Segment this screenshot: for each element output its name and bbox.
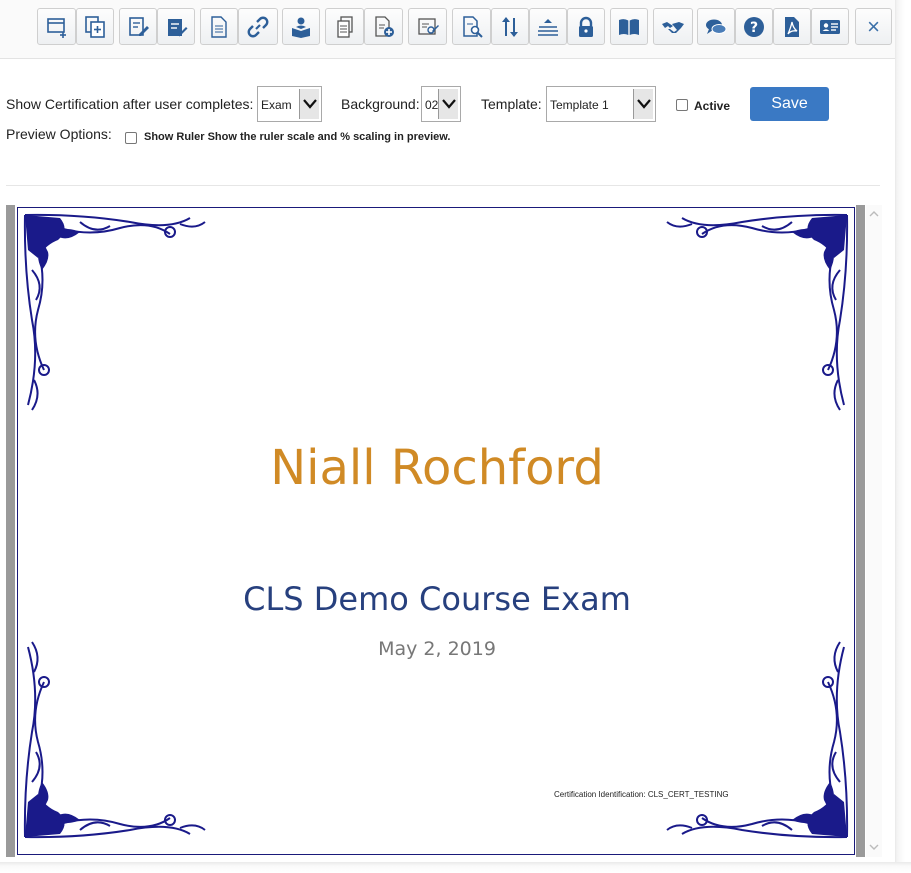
window-shadow-right [895, 0, 911, 873]
copy-add-icon [85, 15, 105, 38]
lock-button[interactable] [567, 8, 605, 45]
lock-icon [579, 16, 593, 37]
handshake-icon [662, 21, 684, 33]
preview-border-right [856, 205, 865, 857]
edit-document-button[interactable] [119, 8, 157, 45]
id-card-icon [820, 19, 840, 34]
certificate-edit-icon [417, 17, 439, 35]
template-value: Template 1 [550, 98, 609, 112]
link-icon [247, 16, 269, 37]
document-add-button[interactable] [364, 8, 403, 45]
id-card-button[interactable] [811, 8, 849, 45]
active-checkbox[interactable] [676, 99, 688, 111]
completion-date: May 2, 2019 [378, 638, 496, 660]
link-button[interactable] [238, 8, 278, 45]
toolbar: ? × [0, 0, 895, 59]
document-add-icon [374, 15, 394, 37]
pdf-button[interactable] [773, 8, 811, 45]
stack-button[interactable] [529, 8, 567, 45]
divider [6, 185, 880, 186]
notepad-edit-icon [168, 18, 188, 36]
document-search-button[interactable] [452, 8, 491, 45]
ornament-top-right [666, 213, 849, 411]
background-label: Background: [341, 96, 420, 112]
edit-document-icon [129, 16, 149, 36]
certification-identification: Certification Identification: CLS_CERT_T… [554, 790, 729, 799]
document-list-button[interactable] [325, 8, 364, 45]
close-button[interactable]: × [855, 8, 892, 45]
reader-icon [292, 17, 310, 38]
template-label: Template: [481, 96, 542, 112]
show-ruler-label: Show Ruler Show the ruler scale and % sc… [144, 131, 451, 143]
svg-text:?: ? [750, 20, 758, 36]
certificate-edit-button[interactable] [408, 8, 447, 45]
window-add-button[interactable] [37, 8, 76, 45]
document-search-icon [462, 15, 483, 38]
reader-button[interactable] [282, 8, 320, 45]
preview-options-label: Preview Options: [6, 126, 112, 142]
chevron-down-icon [633, 89, 653, 119]
background-value: 02 [425, 98, 439, 112]
document-list-icon [336, 15, 353, 38]
book-icon [619, 18, 639, 35]
notepad-edit-button[interactable] [157, 8, 195, 45]
recipient-name: Niall Rochford [270, 440, 604, 496]
preview-options-row: Preview Options: Show Ruler Show the rul… [6, 126, 886, 146]
background-select[interactable]: 02 [421, 86, 461, 122]
document-icon [211, 15, 227, 38]
active-label: Active [694, 99, 731, 113]
template-select[interactable]: Template 1 [546, 86, 656, 122]
course-name: CLS Demo Course Exam [243, 580, 631, 618]
show-after-value: Exam [261, 98, 292, 112]
certificate: Niall Rochford CLS Demo Course Exam May … [17, 207, 855, 855]
stack-icon [538, 18, 558, 36]
save-button[interactable]: Save [750, 87, 829, 121]
show-after-select[interactable]: Exam [257, 86, 322, 122]
chevron-down-icon [438, 89, 458, 119]
handshake-button[interactable] [653, 8, 693, 45]
show-ruler-checkbox[interactable] [125, 132, 137, 144]
help-button[interactable]: ? [735, 8, 773, 45]
show-after-label: Show Certification after user completes: [6, 96, 254, 112]
pdf-icon [785, 16, 799, 37]
chat-button[interactable] [697, 8, 735, 45]
ornament-top-left [23, 213, 206, 411]
certificate-preview: Niall Rochford CLS Demo Course Exam May … [6, 205, 882, 857]
document-button[interactable] [200, 8, 238, 45]
settings-row: Show Certification after user completes:… [6, 86, 886, 123]
book-button[interactable] [610, 8, 648, 45]
preview-scrollbar[interactable] [866, 205, 882, 857]
preview-border-left [6, 205, 15, 857]
help-icon: ? [744, 16, 764, 37]
sort-button[interactable] [491, 8, 529, 45]
show-ruler-description: Show the ruler scale and % scaling in pr… [207, 131, 451, 143]
window-add-icon [46, 17, 66, 38]
chat-icon [706, 19, 727, 34]
chevron-down-icon [299, 89, 319, 119]
sort-arrows-icon [502, 16, 518, 37]
close-icon: × [867, 13, 880, 39]
window-shadow-bottom [0, 862, 911, 873]
copy-add-button[interactable] [76, 8, 114, 45]
